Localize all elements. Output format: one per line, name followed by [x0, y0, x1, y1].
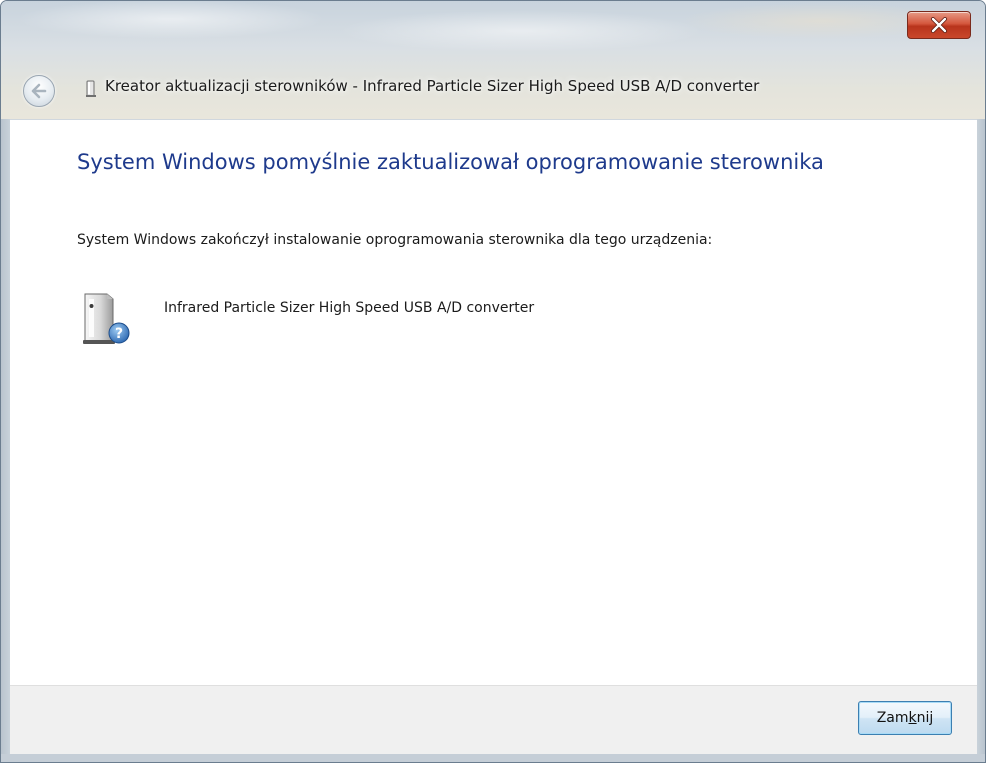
- driver-update-wizard-window: Kreator aktualizacji sterowników - Infra…: [0, 0, 986, 763]
- close-x-icon: [931, 17, 947, 33]
- close-label-part: Zam: [876, 710, 909, 726]
- wizard-footer: Zam k nij: [10, 685, 977, 754]
- window-frame: [1, 1, 985, 119]
- device-unknown-icon: ?: [77, 290, 133, 352]
- window-frame-bottom: [1, 754, 985, 762]
- back-arrow-icon: [31, 83, 47, 99]
- device-name: Infrared Particle Sizer High Speed USB A…: [164, 300, 535, 316]
- back-button[interactable]: [23, 75, 55, 107]
- window-frame-right: [977, 119, 985, 762]
- window-close-button[interactable]: [907, 11, 971, 39]
- svg-text:?: ?: [115, 326, 123, 342]
- window-title: Kreator aktualizacji sterowników - Infra…: [105, 77, 760, 95]
- page-title: System Windows pomyślnie zaktualizował o…: [77, 150, 824, 174]
- close-label-accelerator: k: [908, 710, 917, 726]
- close-button[interactable]: Zam k nij: [858, 701, 952, 735]
- status-message: System Windows zakończył instalowanie op…: [77, 232, 713, 248]
- wizard-content: System Windows pomyślnie zaktualizował o…: [10, 119, 977, 686]
- window-frame-left: [1, 119, 10, 762]
- device-icon: [85, 80, 97, 102]
- close-label-part: nij: [916, 710, 934, 726]
